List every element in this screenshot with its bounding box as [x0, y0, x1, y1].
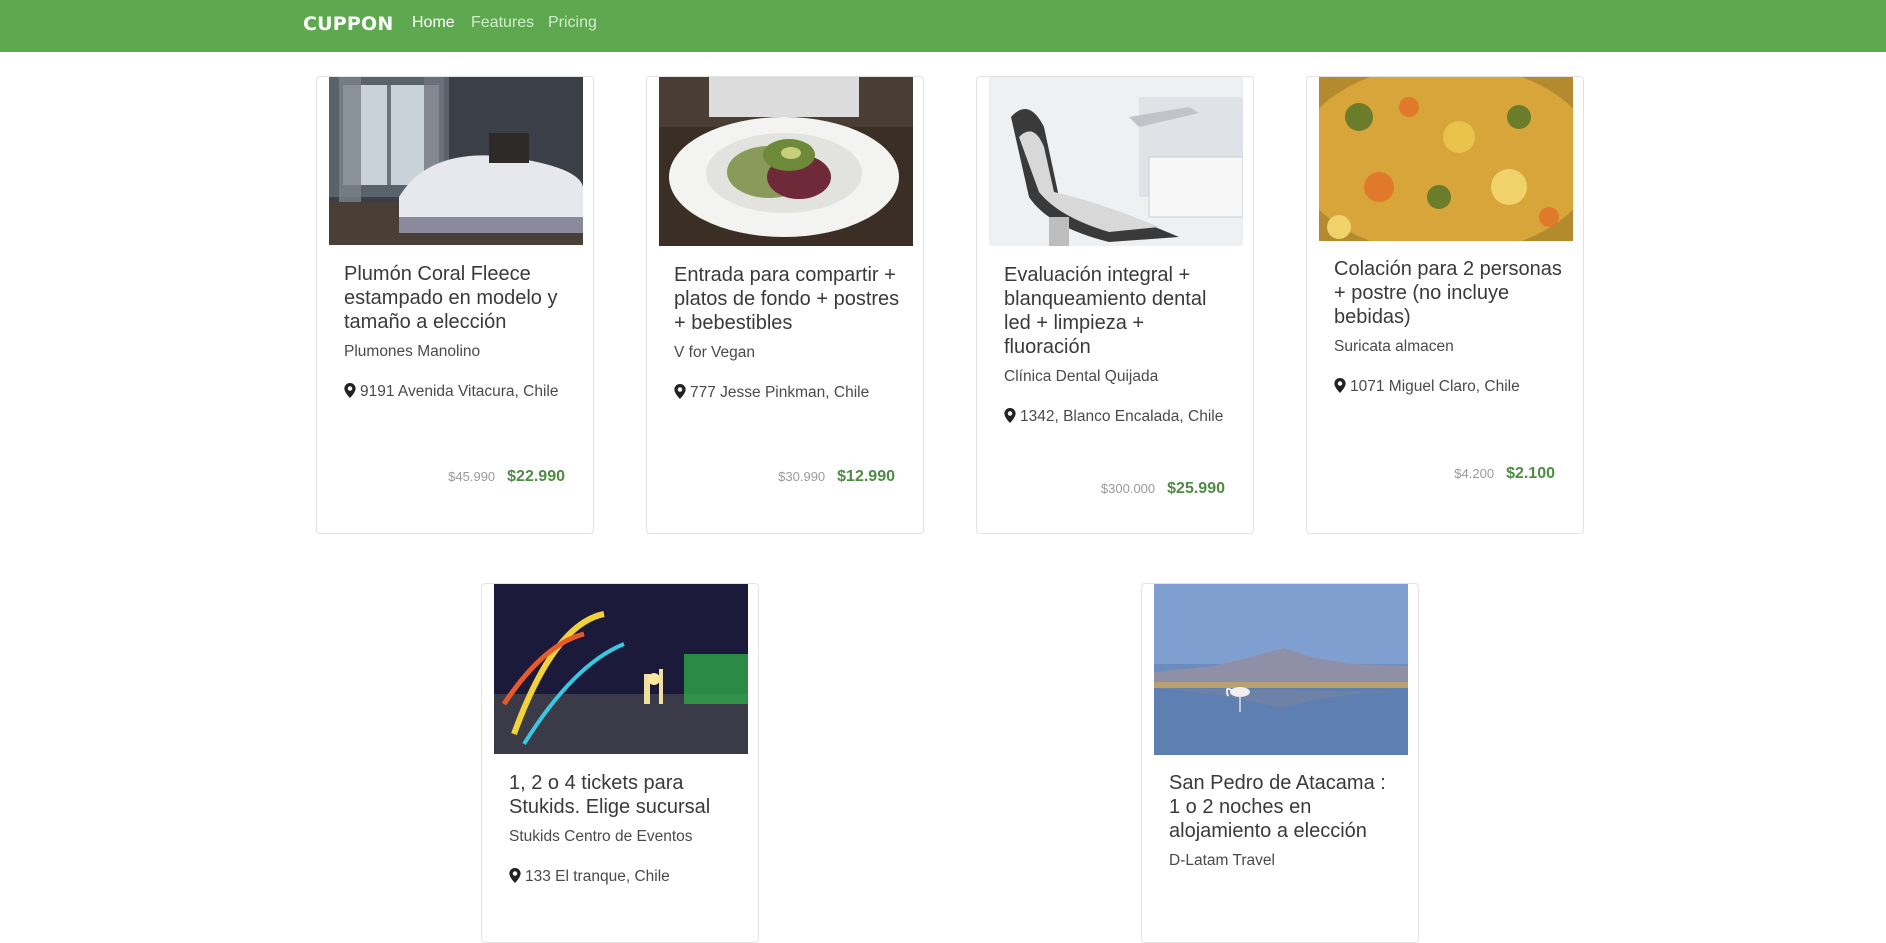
deal-title[interactable]: Entrada para compartir + platos de fondo…: [674, 263, 902, 335]
deal-vendor: Clínica Dental Quijada: [1004, 368, 1159, 385]
deal-image-rice-dish[interactable]: [1319, 77, 1573, 241]
old-price: $4.200: [1454, 466, 1495, 481]
deal-price: $25.990: [1167, 480, 1225, 497]
top-navbar: CUPPON Home Features Pricing: [0, 0, 1886, 52]
deal-image-vegan-plate[interactable]: [659, 77, 913, 246]
old-price: $300.000: [1100, 481, 1156, 496]
deal-image-bedroom[interactable]: [329, 77, 583, 245]
deal-location-text: 133 El tranque, Chile: [525, 868, 670, 885]
deal-image-amusement-park[interactable]: [494, 584, 748, 754]
deal-prices: $30.990 $12.990: [778, 468, 895, 486]
nav-link-home[interactable]: Home: [412, 14, 455, 32]
nav-link-features[interactable]: Features: [471, 14, 534, 32]
deal-vendor: D-Latam Travel: [1169, 852, 1275, 869]
map-marker-icon: [1334, 378, 1346, 393]
deal-card[interactable]: Plumón Coral Fleece estampado en modelo …: [316, 76, 594, 534]
deal-price: $22.990: [507, 468, 565, 485]
map-marker-icon: [509, 868, 521, 883]
deal-image-dental-chair[interactable]: [989, 77, 1243, 246]
deal-title[interactable]: Plumón Coral Fleece estampado en modelo …: [344, 262, 572, 334]
deal-title[interactable]: Evaluación integral + blanqueamiento den…: [1004, 263, 1232, 359]
deal-price: $12.990: [837, 468, 895, 485]
deal-image-atacama-lake[interactable]: [1154, 584, 1408, 755]
map-marker-icon: [344, 383, 356, 398]
deal-vendor: V for Vegan: [674, 344, 756, 361]
deal-location-text: 1071 Miguel Claro, Chile: [1350, 378, 1520, 395]
deal-vendor: Plumones Manolino: [344, 343, 481, 360]
deal-location: 1071 Miguel Claro, Chile: [1334, 378, 1570, 396]
deal-card[interactable]: Entrada para compartir + platos de fondo…: [646, 76, 924, 534]
deal-card[interactable]: 1, 2 o 4 tickets para Stukids. Elige suc…: [481, 583, 759, 943]
deal-location-text: 1342, Blanco Encalada, Chile: [1020, 408, 1224, 425]
deal-vendor: Suricata almacen: [1334, 338, 1454, 355]
deal-location-text: 777 Jesse Pinkman, Chile: [690, 384, 870, 401]
deal-prices: $4.200 $2.100: [1454, 465, 1555, 483]
nav-link-pricing[interactable]: Pricing: [548, 14, 597, 32]
deal-location: 133 El tranque, Chile: [509, 868, 745, 886]
deal-title[interactable]: 1, 2 o 4 tickets para Stukids. Elige suc…: [509, 771, 737, 819]
deal-price: $2.100: [1506, 465, 1555, 482]
deal-location-text: 9191 Avenida Vitacura, Chile: [360, 383, 559, 400]
deal-location: 777 Jesse Pinkman, Chile: [674, 384, 910, 402]
map-marker-icon: [1004, 408, 1016, 423]
deal-card[interactable]: Evaluación integral + blanqueamiento den…: [976, 76, 1254, 534]
deal-vendor: Stukids Centro de Eventos: [509, 828, 693, 845]
deal-title[interactable]: Colación para 2 personas + postre (no in…: [1334, 257, 1562, 329]
deal-location: 1342, Blanco Encalada, Chile: [1004, 408, 1240, 426]
old-price: $45.990: [448, 469, 496, 484]
brand-logo[interactable]: CUPPON: [303, 13, 393, 35]
old-price: $30.990: [778, 469, 826, 484]
map-marker-icon: [674, 384, 686, 399]
deal-card[interactable]: San Pedro de Atacama : 1 o 2 noches en a…: [1141, 583, 1419, 943]
deal-title[interactable]: San Pedro de Atacama : 1 o 2 noches en a…: [1169, 771, 1397, 843]
deal-prices: $300.000 $25.990: [1101, 480, 1225, 498]
deal-card[interactable]: Colación para 2 personas + postre (no in…: [1306, 76, 1584, 534]
deal-location: 9191 Avenida Vitacura, Chile: [344, 383, 580, 401]
deal-prices: $45.990 $22.990: [448, 468, 565, 486]
